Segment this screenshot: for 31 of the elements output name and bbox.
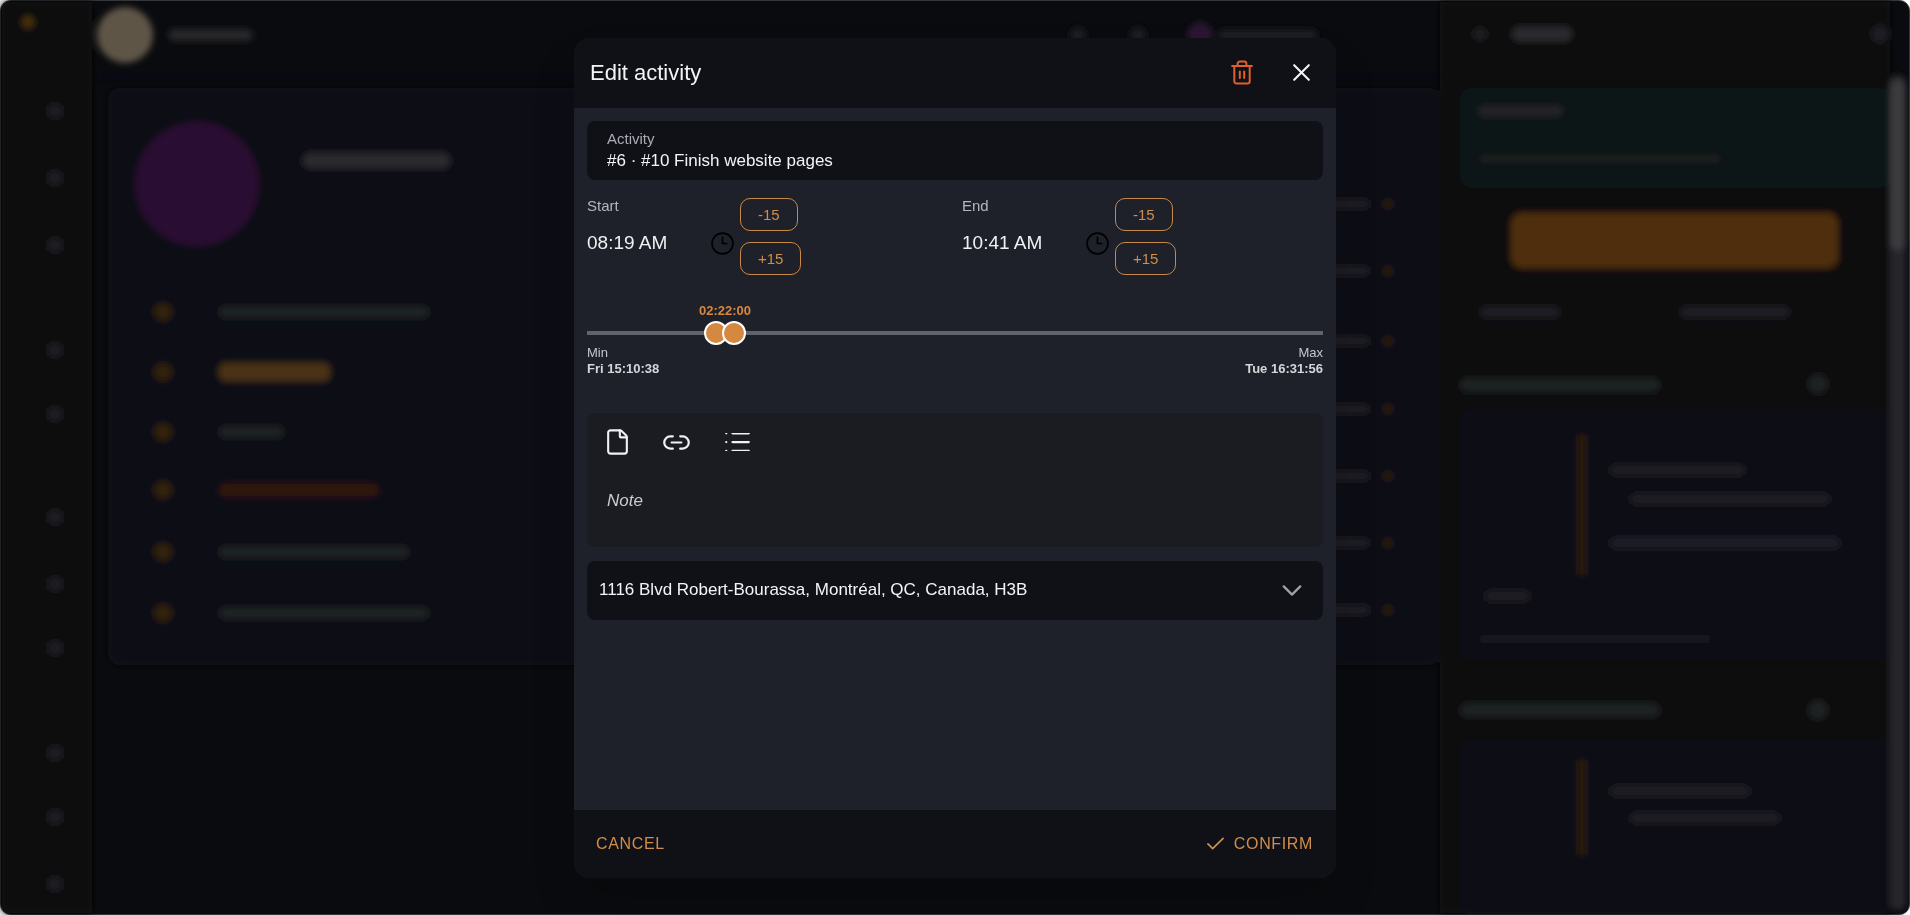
bulleted-list-icon	[725, 433, 750, 451]
list-button[interactable]	[725, 433, 750, 451]
link-button[interactable]	[663, 434, 690, 450]
activity-field[interactable]: Activity #6 · #10 Finish website pages	[587, 120, 1323, 180]
increment-button[interactable]: +15	[740, 241, 802, 275]
max-value: Tue 16:31:56	[1245, 360, 1323, 377]
note-field[interactable]: Note	[607, 488, 1303, 513]
min-value: Fri 15:10:38	[587, 360, 660, 377]
max-label: Max	[1298, 344, 1323, 361]
document-icon	[607, 429, 628, 455]
decrement-button[interactable]: -15	[740, 197, 798, 231]
min-label: Min	[587, 344, 608, 361]
dialog-title: Edit activity	[590, 59, 703, 87]
link-icon	[663, 434, 690, 450]
confirm-button[interactable]: CONFIRM	[1198, 825, 1321, 862]
time-label: Start	[587, 195, 619, 216]
activity-label: Activity	[607, 129, 655, 149]
document-button[interactable]	[607, 429, 628, 455]
time-field[interactable]: 08:19 AM	[587, 230, 668, 255]
location-select[interactable]: 1116 Blvd Robert-Bourassa, Montréal, QC, Canada, H3B	[587, 560, 1323, 620]
chevron-down-icon	[1282, 584, 1302, 596]
increment-button[interactable]: +15	[1115, 241, 1177, 275]
check-icon	[1206, 837, 1224, 850]
time-field[interactable]: 10:41 AM	[962, 230, 1043, 255]
time-label: End	[962, 195, 989, 216]
duration-label: 02:22:00	[699, 302, 751, 319]
trash-icon	[1231, 60, 1253, 85]
slider-thumb[interactable]	[722, 320, 747, 345]
close-icon	[1292, 64, 1310, 81]
cancel-button[interactable]: CANCEL	[588, 825, 673, 862]
decrement-button[interactable]: -15	[1115, 197, 1173, 231]
